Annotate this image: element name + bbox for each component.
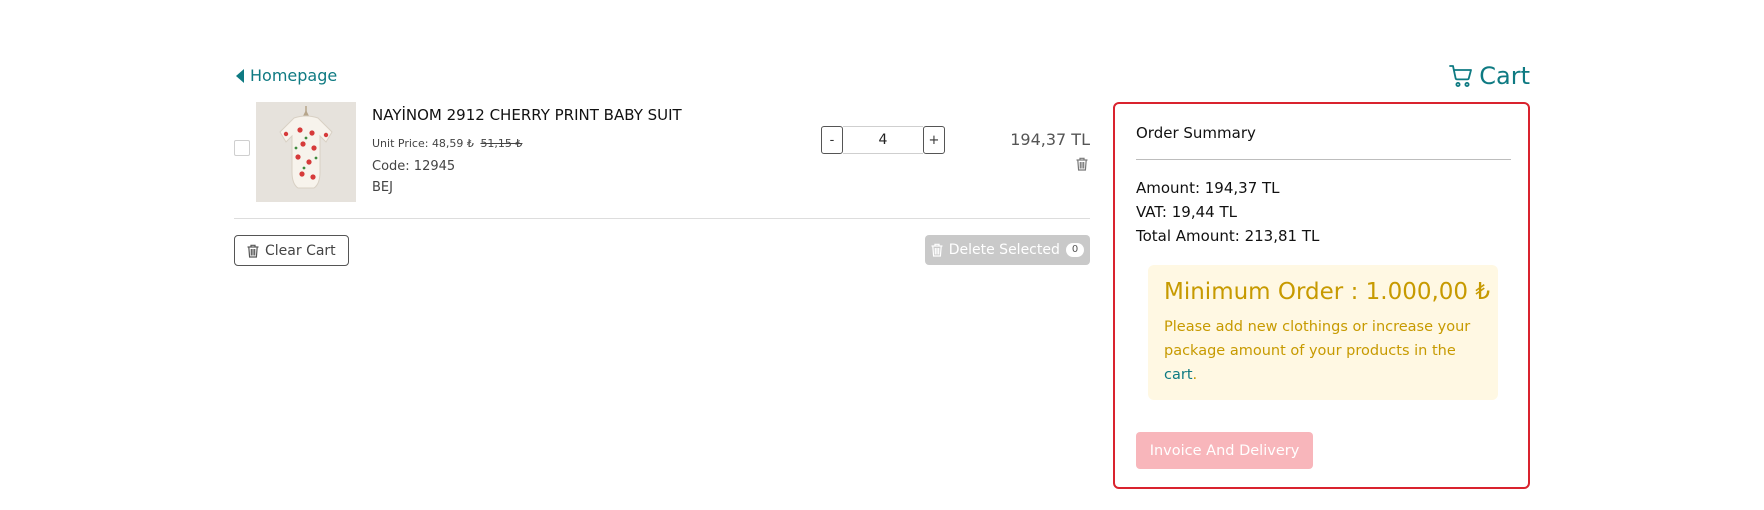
- unit-price-value: 48,59 ₺: [431, 137, 474, 150]
- order-summary-panel: Order Summary Amount: 194,37 TL VAT: 19,…: [1113, 102, 1530, 489]
- caret-left-icon: [236, 68, 244, 83]
- minimum-order-message: Please add new clothings or increase you…: [1164, 315, 1482, 387]
- trash-icon: [247, 244, 259, 258]
- order-summary-title: Order Summary: [1136, 124, 1256, 142]
- product-color: BEJ: [372, 180, 393, 195]
- unit-price: Unit Price: 48,59 ₺ 51,15 ₺: [372, 137, 522, 150]
- minimum-order-end: .: [1192, 367, 1198, 383]
- minimum-order-alert: Minimum Order : 1.000,00 ₺ Please add ne…: [1148, 265, 1498, 400]
- selected-count-badge: 0: [1065, 243, 1085, 257]
- quantity-stepper: - +: [821, 126, 945, 154]
- clear-cart-label: Clear Cart: [265, 242, 336, 259]
- clear-cart-button[interactable]: Clear Cart: [234, 235, 349, 266]
- summary-amount: Amount: 194,37 TL: [1136, 179, 1280, 197]
- summary-total: Total Amount: 213,81 TL: [1136, 227, 1320, 245]
- delete-selected-label: Delete Selected: [948, 242, 1060, 258]
- delete-selected-button[interactable]: Delete Selected 0: [925, 235, 1090, 265]
- homepage-link-label: Homepage: [250, 66, 338, 85]
- trash-icon: [931, 243, 943, 257]
- item-select-checkbox[interactable]: [234, 140, 250, 156]
- cart-item-row: NAYİNOM 2912 CHERRY PRINT BABY SUIT Unit…: [234, 102, 1090, 219]
- trash-icon: [1076, 157, 1088, 171]
- cart-heading: Cart: [1449, 62, 1530, 90]
- summary-divider: [1136, 159, 1511, 160]
- product-name[interactable]: NAYİNOM 2912 CHERRY PRINT BABY SUIT: [372, 106, 682, 124]
- homepage-link[interactable]: Homepage: [236, 66, 337, 85]
- cart-page: Homepage Cart NAYİNOM 2912 CHERRY PRINT …: [0, 0, 1764, 510]
- minimum-order-title: Minimum Order : 1.000,00 ₺: [1164, 279, 1490, 305]
- invoice-delivery-button[interactable]: Invoice And Delivery: [1136, 432, 1313, 469]
- line-total: 194,37 TL: [1010, 130, 1090, 149]
- baby-suit-icon: [256, 102, 356, 202]
- product-image[interactable]: [256, 102, 356, 202]
- product-code: Code: 12945: [372, 159, 456, 174]
- remove-item-button[interactable]: [1076, 156, 1088, 175]
- unit-price-label: Unit Price:: [372, 137, 429, 150]
- quantity-input[interactable]: [843, 126, 923, 154]
- cart-link[interactable]: cart: [1164, 367, 1193, 383]
- summary-vat: VAT: 19,44 TL: [1136, 203, 1237, 221]
- cart-title: Cart: [1479, 62, 1530, 90]
- quantity-decrease-button[interactable]: -: [821, 126, 843, 154]
- shopping-cart-icon: [1449, 65, 1473, 87]
- quantity-increase-button[interactable]: +: [923, 126, 945, 154]
- old-price: 51,15 ₺: [480, 137, 523, 150]
- minimum-order-text: Please add new clothings or increase you…: [1164, 319, 1471, 359]
